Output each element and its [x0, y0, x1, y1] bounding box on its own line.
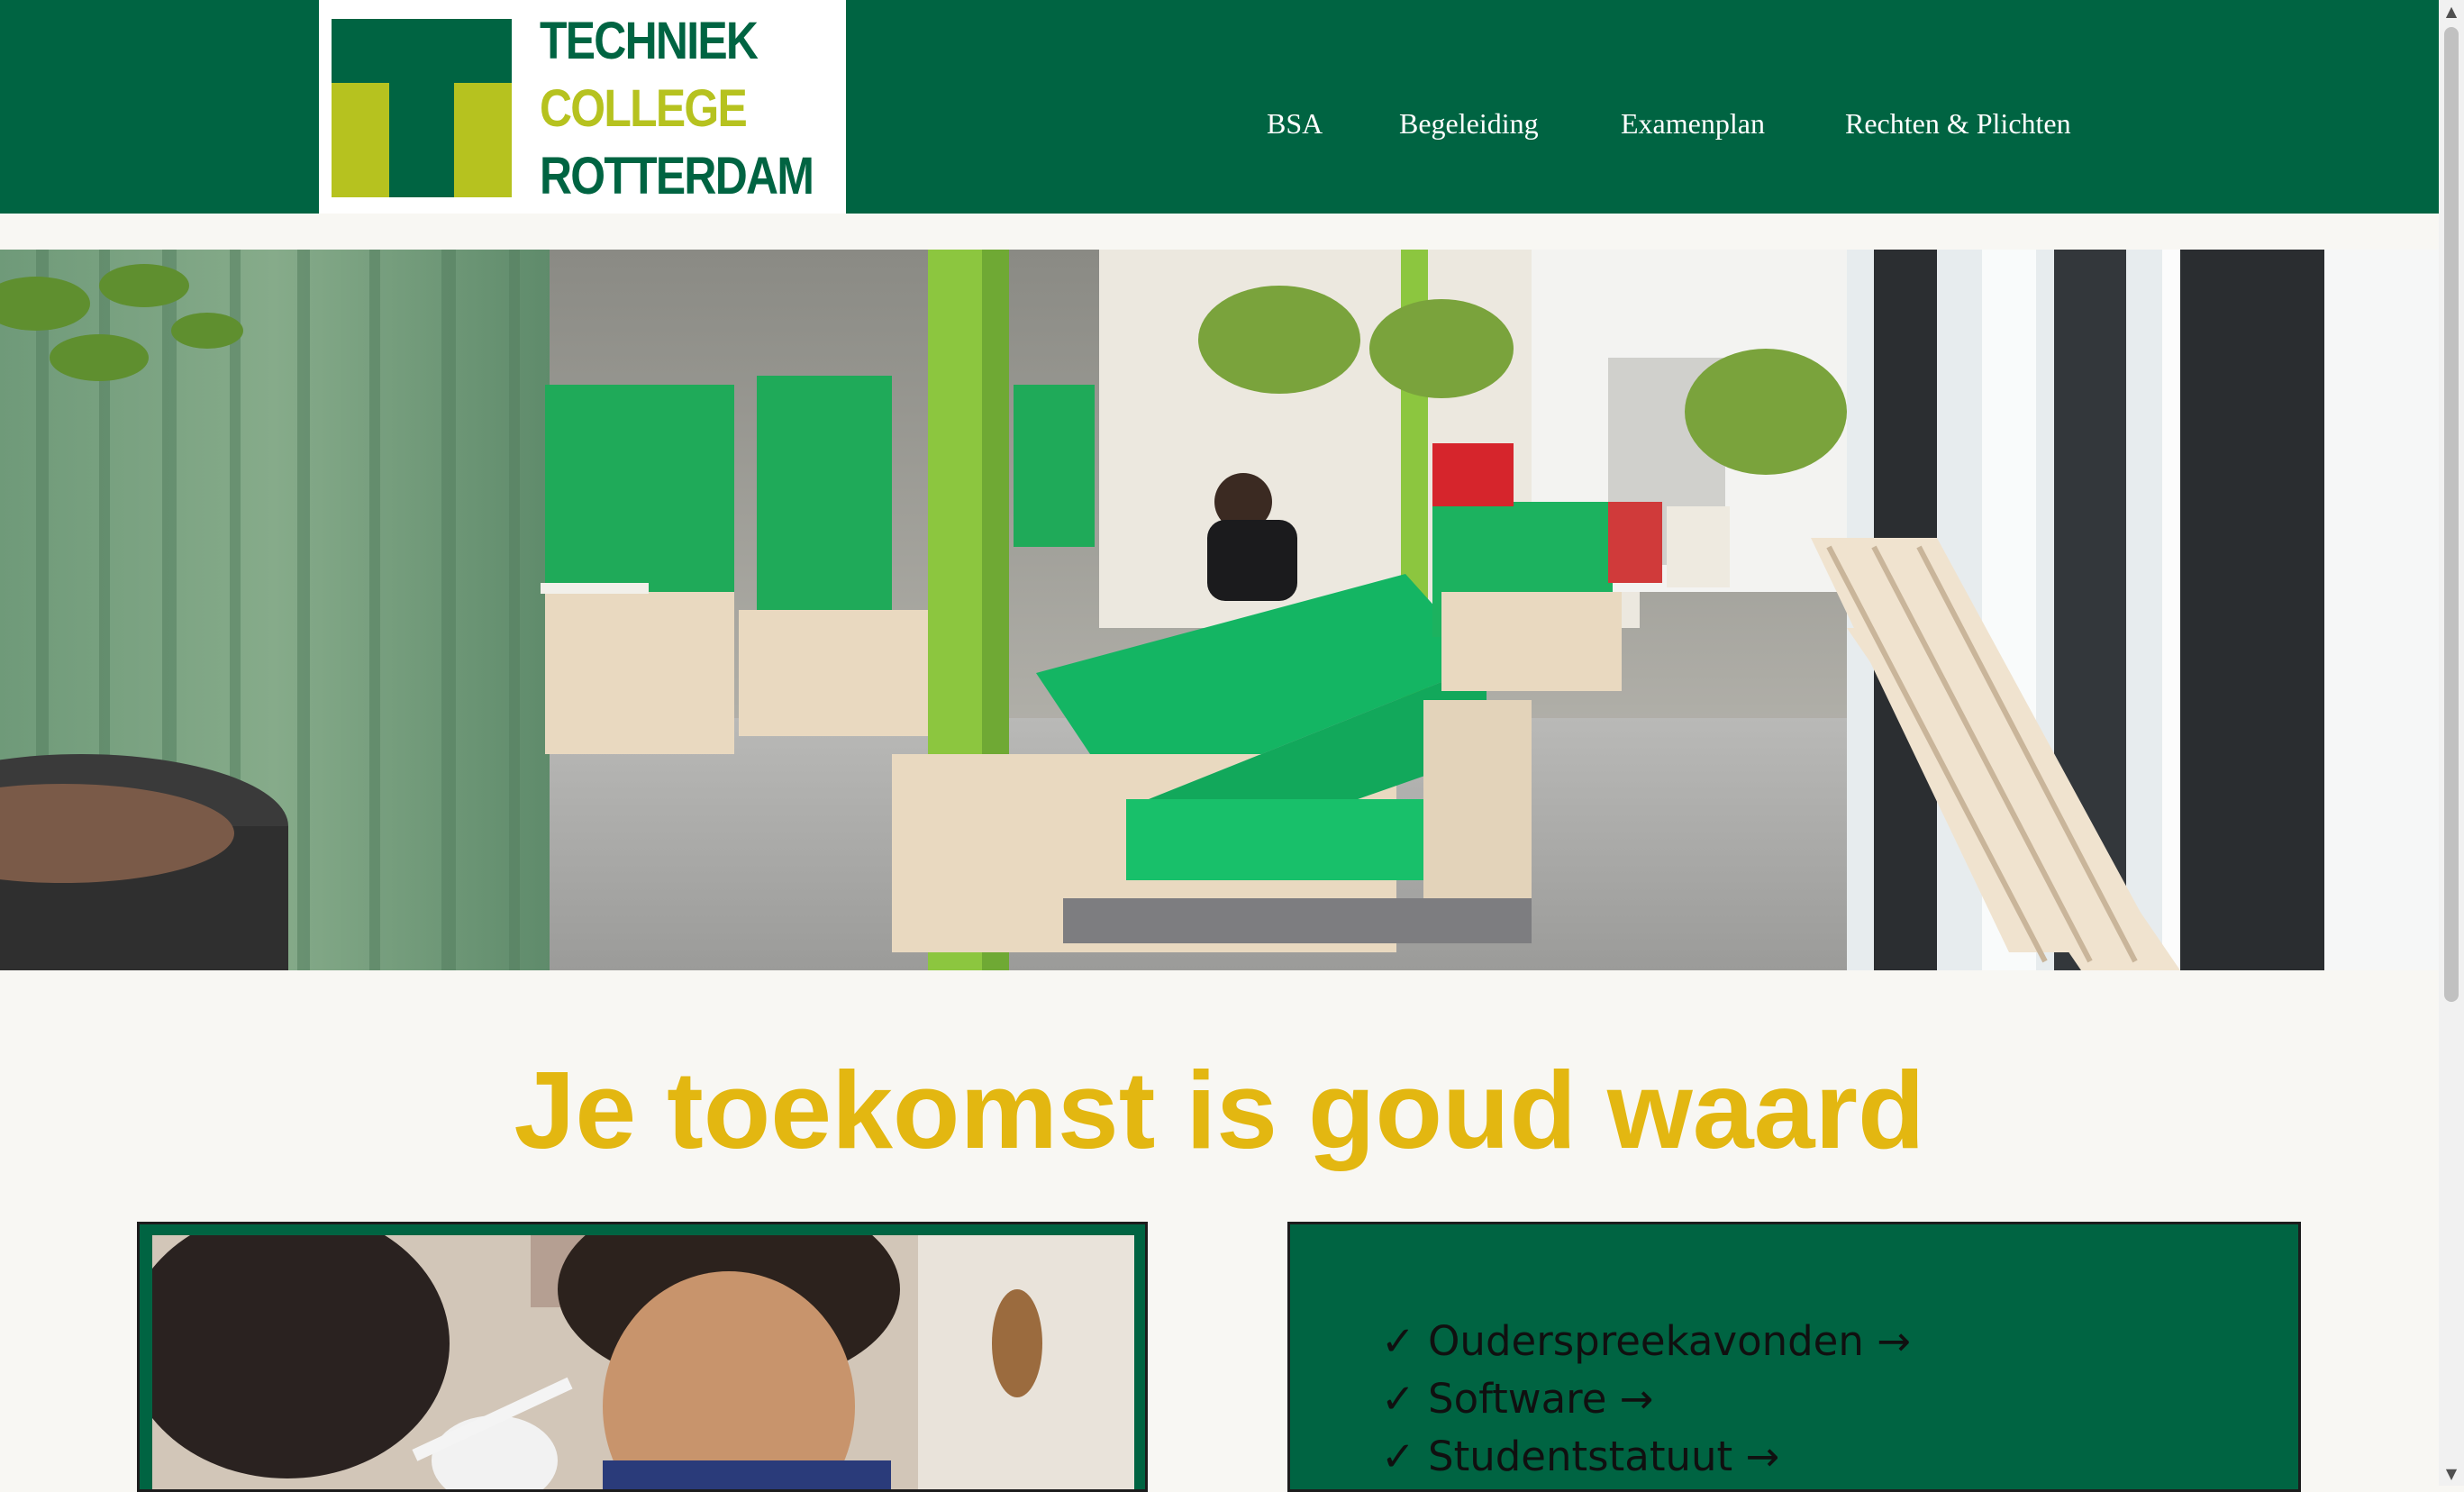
hero-study-area-photo — [0, 250, 2439, 970]
nav-link-rechten-plichten[interactable]: Rechten & Plichten — [1845, 101, 2071, 146]
site-header: TECHNIEK COLLEGE ROTTERDAM BSA Begeleidi… — [0, 0, 2439, 214]
nav-link-begeleiding[interactable]: Begeleiding — [1399, 101, 1539, 146]
student-ear-piercing-photo — [152, 1235, 1134, 1489]
hero-image — [0, 250, 2439, 970]
main-navigation: BSA Begeleiding Examenplan Rechten & Pli… — [0, 101, 2439, 146]
scroll-up-arrow-icon[interactable]: ▲ — [2439, 0, 2464, 23]
logo-line-techniek: TECHNIEK — [540, 12, 759, 70]
link-studentstatuut[interactable]: ✓ Studentstatuut → — [1381, 1428, 1911, 1486]
nav-link-bsa[interactable]: BSA — [1267, 101, 1323, 146]
scroll-down-arrow-icon[interactable]: ▼ — [2439, 1462, 2464, 1486]
nav-link-examenplan[interactable]: Examenplan — [1621, 101, 1765, 146]
page-title: Je toekomst is goud waard — [514, 1049, 1925, 1171]
student-photo-card — [137, 1222, 1148, 1492]
quick-links-list: ✓ Ouderspreekavonden → ✓ Software → ✓ St… — [1381, 1313, 1911, 1486]
scrollbar-thumb[interactable] — [2444, 27, 2459, 1002]
link-software[interactable]: ✓ Software → — [1381, 1370, 1911, 1428]
logo-line-rotterdam: ROTTERDAM — [540, 147, 814, 205]
vertical-scrollbar[interactable]: ▲ ▼ — [2439, 0, 2464, 1486]
quick-links-card: ✓ Ouderspreekavonden → ✓ Software → ✓ St… — [1287, 1222, 2301, 1492]
link-ouderspreekavonden[interactable]: ✓ Ouderspreekavonden → — [1381, 1313, 1911, 1370]
